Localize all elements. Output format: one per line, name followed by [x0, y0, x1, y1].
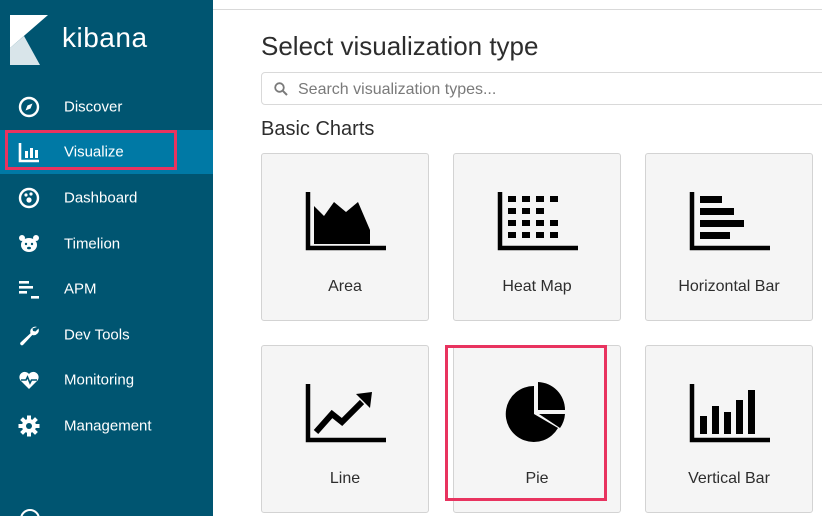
card-label: Pie [525, 470, 549, 487]
sidebar: kibana Discover Visualize Dashboard Time… [0, 0, 213, 529]
area-chart-icon [305, 192, 386, 251]
sidebar-item-label: Dashboard [64, 189, 138, 207]
sidebar-item-label: Dev Tools [64, 326, 130, 344]
card-label: Heat Map [502, 278, 572, 295]
bar-chart-icon [18, 141, 40, 163]
card-vertical-bar[interactable]: Vertical Bar [645, 345, 813, 513]
line-chart-icon [305, 384, 386, 443]
sidebar-item-timelion[interactable]: Timelion [0, 222, 213, 266]
compass-icon [18, 96, 40, 118]
page-title: Select visualization type [261, 31, 539, 61]
sidebar-item-monitoring[interactable]: Monitoring [0, 358, 213, 402]
card-label: Vertical Bar [688, 470, 770, 487]
card-label: Line [329, 470, 361, 487]
sidebar-item-label: Management [64, 417, 152, 435]
search-input[interactable] [296, 73, 800, 106]
sidebar-item-label: APM [64, 280, 97, 298]
sidebar-item-label: Visualize [64, 143, 124, 161]
timelion-icon [18, 233, 40, 255]
wrench-icon [18, 324, 40, 346]
sidebar-item-management[interactable]: Management [0, 404, 213, 448]
search-icon [274, 82, 288, 96]
sidebar-item-dashboard[interactable]: Dashboard [0, 176, 213, 220]
card-label: Area [328, 278, 362, 295]
vertical-bar-icon [689, 384, 770, 443]
sidebar-item-label: Timelion [64, 235, 121, 253]
card-line[interactable]: Line [261, 345, 429, 513]
heartbeat-icon [18, 369, 40, 391]
sidebar-item-label: Monitoring [64, 371, 135, 389]
pie-chart-icon [505, 382, 565, 442]
apm-icon [18, 278, 40, 300]
card-label: Horizontal Bar [678, 278, 780, 295]
section-title: Basic Charts [261, 118, 375, 140]
kibana-logo-icon[interactable] [10, 15, 48, 65]
sidebar-item-apm[interactable]: APM [0, 267, 213, 311]
search-box[interactable] [261, 72, 822, 106]
brand-name[interactable]: kibana [62, 22, 148, 54]
top-bar [213, 0, 822, 10]
dashboard-icon [18, 187, 40, 209]
card-heat-map[interactable]: Heat Map [453, 153, 621, 321]
sidebar-item-discover[interactable]: Discover [0, 85, 213, 129]
sidebar-item-label: Discover [64, 98, 123, 116]
card-pie[interactable]: Pie [453, 345, 621, 513]
collapse-icon[interactable] [20, 509, 40, 529]
horizontal-bar-icon [689, 192, 770, 251]
sidebar-item-visualize[interactable]: Visualize [0, 130, 213, 174]
card-horizontal-bar[interactable]: Horizontal Bar [645, 153, 813, 321]
gear-icon [18, 415, 40, 437]
heat-map-icon [497, 192, 578, 251]
card-area[interactable]: Area [261, 153, 429, 321]
sidebar-item-dev-tools[interactable]: Dev Tools [0, 313, 213, 357]
